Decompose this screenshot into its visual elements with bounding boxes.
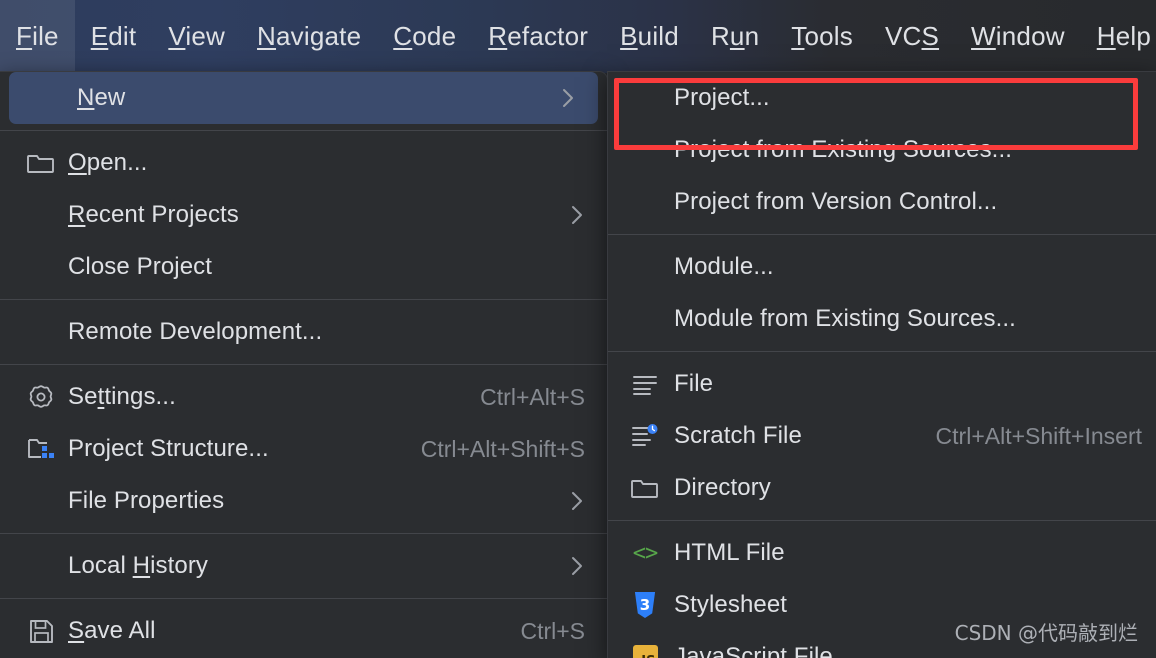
file-menu-item-new[interactable]: New: [9, 72, 598, 124]
menu-item-label: Stylesheet: [674, 591, 788, 618]
menu-item-label: Module...: [674, 253, 774, 280]
menu-item-label: Remote Development...: [68, 318, 323, 345]
new-submenu-item-html-file[interactable]: <> HTML File: [608, 527, 1156, 579]
new-submenu-item-project[interactable]: Project...: [608, 72, 1156, 124]
file-lines-icon: [626, 373, 664, 395]
folder-icon: [626, 476, 664, 500]
watermark-text: CSDN @代码敲到烂: [954, 621, 1138, 645]
css-icon: 3: [626, 592, 664, 618]
menubar-item-window[interactable]: Window: [955, 0, 1081, 73]
menubar-item-label: Window: [971, 21, 1065, 51]
menubar-item-vcs[interactable]: VCS: [869, 0, 955, 73]
menu-item-label: Project from Existing Sources...: [674, 136, 1012, 163]
menubar-item-file[interactable]: File: [0, 0, 75, 73]
menubar-item-view[interactable]: View: [152, 0, 241, 73]
project-structure-icon: [22, 436, 60, 462]
menu-item-label: Recent Projects: [68, 201, 239, 228]
file-menu-item-open[interactable]: Open...: [0, 137, 607, 189]
file-menu-item-recent-projects[interactable]: Recent Projects: [0, 189, 607, 241]
new-submenu-popup: Project... Project from Existing Sources.…: [607, 71, 1156, 658]
menu-separator: [0, 533, 607, 534]
menubar-item-build[interactable]: Build: [604, 0, 695, 73]
file-menu-item-save-all[interactable]: Save All Ctrl+S: [0, 605, 607, 657]
menu-item-label: Save All: [68, 617, 156, 644]
menu-item-shortcut: Ctrl+Alt+Shift+S: [420, 435, 585, 462]
menu-item-label: Settings...: [68, 383, 176, 410]
chevron-right-icon: [569, 554, 585, 578]
menu-separator: [608, 351, 1156, 352]
menubar-item-label: Build: [620, 21, 679, 51]
menu-item-label: Local History: [68, 552, 209, 579]
chevron-right-icon: [569, 203, 585, 227]
menu-item-label: HTML File: [674, 539, 785, 566]
menubar-item-edit[interactable]: Edit: [75, 0, 153, 73]
menu-item-shortcut: Ctrl+Alt+Shift+Insert: [935, 422, 1142, 449]
html-icon: <>: [632, 540, 658, 566]
file-menu-item-project-structure[interactable]: Project Structure... Ctrl+Alt+Shift+S: [0, 423, 607, 475]
menubar-item-code[interactable]: Code: [377, 0, 472, 73]
menu-item-label: Scratch File: [674, 422, 802, 449]
gear-icon: [22, 383, 60, 411]
menu-separator: [608, 520, 1156, 521]
new-submenu-item-scratch-file[interactable]: Scratch File Ctrl+Alt+Shift+Insert: [608, 410, 1156, 462]
menu-item-label: Directory: [674, 474, 771, 501]
menubar-item-label: Navigate: [257, 21, 362, 51]
new-submenu-item-module[interactable]: Module...: [608, 241, 1156, 293]
menubar-item-help[interactable]: Help: [1081, 0, 1156, 73]
file-menu-item-remote-development[interactable]: Remote Development...: [0, 306, 607, 358]
file-menu-popup: New Open... Recent Projects Close Project Re…: [0, 71, 608, 658]
save-icon: [22, 619, 60, 644]
js-icon: JS: [626, 644, 664, 658]
menu-item-label: Module from Existing Sources...: [674, 305, 1016, 332]
menubar-item-run[interactable]: Run: [695, 0, 775, 73]
menubar-item-navigate[interactable]: Navigate: [241, 0, 377, 73]
chevron-right-icon: [569, 489, 585, 513]
new-submenu-item-project-from-existing-sources[interactable]: Project from Existing Sources...: [608, 124, 1156, 176]
menubar-item-refactor[interactable]: Refactor: [472, 0, 604, 73]
menu-item-label: JavaScript File: [674, 643, 833, 658]
scratch-file-icon: [626, 424, 664, 448]
new-submenu-item-file[interactable]: File: [608, 358, 1156, 410]
menu-separator: [0, 364, 607, 365]
menubar-item-label: Tools: [791, 21, 853, 51]
menu-item-label: Project from Version Control...: [674, 188, 998, 215]
menu-separator: [608, 234, 1156, 235]
menubar-item-label: View: [168, 21, 226, 51]
menu-item-label: Close Project: [68, 253, 213, 280]
menubar-item-label: Help: [1096, 21, 1152, 51]
menubar-item-label: Run: [710, 21, 760, 51]
menu-item-label: Open...: [68, 149, 148, 176]
menubar-item-label: Edit: [90, 21, 137, 51]
menubar-item-label: Code: [393, 21, 457, 51]
ide-window: File Edit View Navigate Code Refactor Build Run…: [0, 0, 1156, 658]
file-menu-item-local-history[interactable]: Local History: [0, 540, 607, 592]
menu-separator: [0, 598, 607, 599]
menu-separator: [0, 299, 607, 300]
file-menu-item-settings[interactable]: Settings... Ctrl+Alt+S: [0, 371, 607, 423]
menubar-item-tools[interactable]: Tools: [775, 0, 869, 73]
menu-separator: [0, 130, 607, 131]
menu-item-shortcut: Ctrl+S: [520, 617, 585, 644]
menu-item-label: New: [77, 84, 126, 111]
new-submenu-item-project-from-version-control[interactable]: Project from Version Control...: [608, 176, 1156, 228]
main-menu-bar: File Edit View Navigate Code Refactor Build Run…: [0, 0, 1156, 73]
folder-icon: [22, 151, 60, 175]
file-menu-item-close-project[interactable]: Close Project: [0, 241, 607, 293]
menu-item-label: File Properties: [68, 487, 225, 514]
menubar-item-label: VCS: [884, 21, 940, 51]
menu-item-shortcut: Ctrl+Alt+S: [480, 383, 585, 410]
chevron-right-icon: [560, 86, 576, 110]
menubar-item-label: Refactor: [488, 21, 589, 51]
menu-item-label: Project...: [674, 84, 770, 111]
menubar-item-label: File: [16, 21, 59, 51]
menu-item-label: Project Structure...: [68, 435, 269, 462]
new-submenu-item-directory[interactable]: Directory: [608, 462, 1156, 514]
new-submenu-item-module-from-existing-sources[interactable]: Module from Existing Sources...: [608, 293, 1156, 345]
file-menu-item-file-properties[interactable]: File Properties: [0, 475, 607, 527]
menu-item-label: File: [674, 370, 714, 397]
